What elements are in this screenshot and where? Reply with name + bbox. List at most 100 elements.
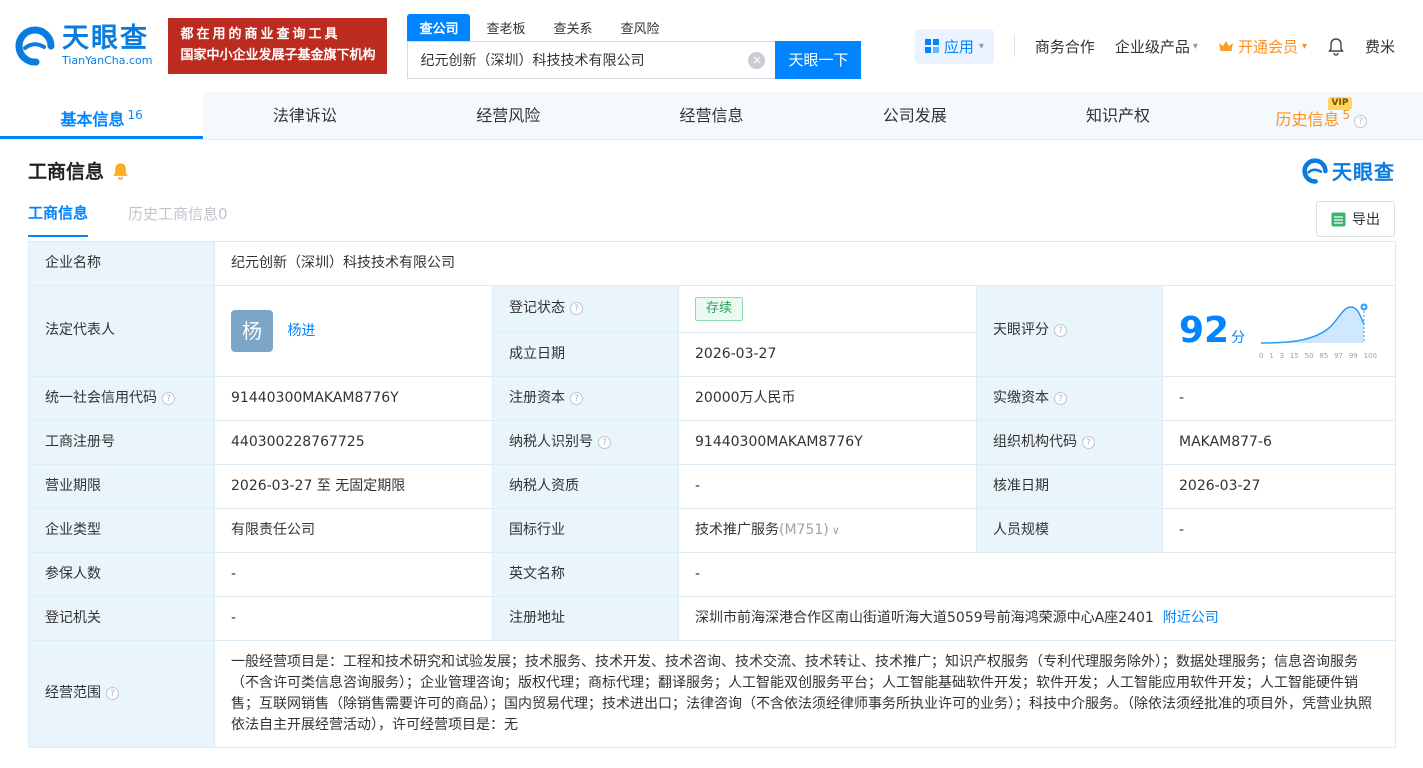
search-input-box: × [407, 40, 776, 79]
chevron-down-icon[interactable]: ∨ [832, 524, 840, 537]
table-row: 企业类型 有限责任公司 国标行业 技术推广服务(M751) ∨ 人员规模 - [28, 507, 1397, 553]
tab-company-development[interactable]: 公司发展 [813, 92, 1016, 139]
credit-code-label: 统一社会信用代码? [28, 375, 215, 421]
banner-line2: 国家中小企业发展子基金旗下机构 [180, 48, 376, 63]
table-row: 参保人数 - 英文名称 - [28, 551, 1397, 597]
logo-subtitle: TianYanCha.com [62, 54, 153, 67]
app-menu[interactable]: 应用 ▾ [914, 28, 994, 64]
search-tab-risk[interactable]: 查风险 [609, 14, 672, 41]
org-code-value: MAKAM877-6 [1161, 419, 1397, 465]
search-tab-boss[interactable]: 查老板 [474, 14, 537, 41]
staff-size-label: 人员规模 [976, 507, 1163, 553]
section-header: 工商信息 天眼查 [0, 140, 1423, 191]
tab-label: 法律诉讼 [272, 106, 337, 125]
help-icon[interactable]: ? [106, 687, 119, 700]
tab-label: 经营风险 [476, 106, 541, 125]
enterprise-label: 企业级产品 [1114, 37, 1190, 56]
legal-rep-avatar[interactable]: 杨 [231, 309, 273, 352]
table-row: 经营范围? 一般经营项目是：工程和技术研究和试验发展；技术服务、技术开发、技术咨… [28, 639, 1397, 748]
section-title: 工商信息 [28, 161, 105, 183]
legal-rep-name-link[interactable]: 杨进 [287, 323, 315, 339]
insured-label: 参保人数 [28, 551, 215, 597]
company-type-label: 企业类型 [28, 507, 215, 553]
taxpayer-id-label: 纳税人识别号? [492, 419, 679, 465]
nearby-companies-link[interactable]: 附近公司 [1163, 610, 1219, 626]
legal-rep-label: 法定代表人 [28, 285, 215, 377]
vip-label: 开通会员 [1237, 37, 1298, 56]
help-icon[interactable]: ? [1354, 115, 1368, 128]
tab-basic-info[interactable]: 基本信息 16 [0, 92, 204, 139]
industry-value: 技术推广服务(M751) ∨ [678, 507, 977, 553]
tab-operation-risk[interactable]: 经营风险 [407, 92, 610, 139]
tianyancha-logo[interactable]: 天眼查 TianYanCha.com [14, 25, 152, 67]
tab-legal-litigation[interactable]: 法律诉讼 [203, 92, 406, 139]
company-name-label: 企业名称 [28, 241, 215, 286]
tab-label: 经营信息 [679, 106, 744, 125]
tab-badge: 5 [1342, 108, 1351, 122]
search-button[interactable]: 天眼一下 [775, 40, 862, 79]
reg-number-value: 440300228767725 [214, 419, 493, 465]
tab-label: 历史信息 [1275, 110, 1340, 129]
insured-value: - [214, 551, 493, 597]
business-info-table: 企业名称 纪元创新（深圳）科技技术有限公司 法定代表人 杨 杨进 登记状态? 存… [28, 241, 1397, 748]
help-icon[interactable]: ? [1054, 391, 1067, 405]
help-icon[interactable]: ? [598, 435, 611, 449]
subscribe-bell-icon[interactable] [112, 162, 129, 180]
help-icon[interactable]: ? [570, 391, 583, 405]
table-row: 法定代表人 杨 杨进 登记状态? 存续 天眼评分? 92 分 0 1 3 15 … [28, 285, 1397, 377]
tab-label: 基本信息 [60, 110, 125, 129]
table-row: 企业名称 纪元创新（深圳）科技技术有限公司 [28, 241, 1397, 286]
reg-authority-label: 登记机关 [28, 595, 215, 641]
reg-capital-label: 注册资本? [492, 375, 679, 421]
business-term-label: 营业期限 [28, 463, 215, 509]
subtab-history-business-info[interactable]: 历史工商信息0 [128, 203, 228, 236]
score-chart[interactable]: 0 1 3 15 50 85 97 99 100 [1259, 300, 1379, 362]
clear-icon[interactable]: × [748, 51, 766, 69]
export-button[interactable]: 导出 [1316, 201, 1395, 237]
help-icon[interactable]: ? [1082, 435, 1095, 449]
search-tab-company[interactable]: 查公司 [407, 13, 471, 41]
search-tabs: 查公司 查老板 查关系 查风险 [407, 13, 861, 41]
search-input[interactable] [408, 41, 776, 78]
score-label: 天眼评分? [976, 285, 1163, 377]
table-row: 统一社会信用代码? 91440300MAKAM8776Y 注册资本? 20000… [28, 375, 1397, 421]
company-type-value: 有限责任公司 [214, 507, 493, 553]
help-icon[interactable]: ? [1054, 324, 1067, 338]
paid-capital-label: 实缴资本? [976, 375, 1163, 421]
tab-operation-info[interactable]: 经营信息 [610, 92, 813, 139]
staff-size-value: - [1161, 507, 1397, 553]
taxpayer-qual-value: - [678, 463, 977, 509]
tianyancha-logo-icon [15, 26, 55, 66]
score-axis-labels: 0 1 3 15 50 85 97 99 100 [1259, 352, 1377, 360]
approval-date-value: 2026-03-27 [1161, 463, 1397, 509]
score-unit: 分 [1231, 329, 1246, 346]
tab-intellectual-property[interactable]: 知识产权 [1016, 92, 1219, 139]
paid-capital-value: - [1161, 375, 1397, 421]
table-row: 工商注册号 440300228767725 纳税人识别号? 91440300MA… [28, 419, 1397, 465]
user-menu[interactable]: 费米 [1365, 36, 1395, 57]
taxpayer-id-value: 91440300MAKAM8776Y [678, 419, 977, 465]
notification-bell-icon[interactable] [1327, 37, 1345, 56]
help-icon[interactable]: ? [162, 391, 175, 405]
search-tab-relation[interactable]: 查关系 [542, 14, 605, 41]
tab-label: 知识产权 [1086, 106, 1151, 125]
logo-title: 天眼查 [62, 23, 149, 54]
main-nav-tabs: 基本信息 16 法律诉讼 经营风险 经营信息 公司发展 知识产权 VIP 历史信息… [0, 92, 1423, 140]
company-name-value: 纪元创新（深圳）科技技术有限公司 [213, 241, 1397, 286]
crown-icon [1218, 41, 1233, 51]
promo-banner: 都在用的商业查询工具 国家中小企业发展子基金旗下机构 [168, 18, 388, 74]
tab-badge: 16 [127, 108, 143, 122]
vip-menu[interactable]: 开通会员 ▾ [1218, 36, 1307, 57]
english-name-label: 英文名称 [492, 551, 679, 597]
brand-text: 天眼查 [1332, 160, 1395, 184]
business-scope-label: 经营范围? [28, 639, 215, 748]
tab-history-info[interactable]: VIP 历史信息 5? [1220, 92, 1423, 139]
biz-coop-link[interactable]: 商务合作 [1035, 36, 1095, 57]
top-header: 天眼查 TianYanCha.com 都在用的商业查询工具 国家中小企业发展子基… [0, 0, 1423, 92]
subtab-business-info[interactable]: 工商信息 [28, 202, 89, 237]
enterprise-menu[interactable]: 企业级产品 ▾ [1115, 36, 1198, 57]
help-icon[interactable]: ? [570, 302, 583, 316]
status-badge: 存续 [695, 297, 744, 321]
est-date-label: 成立日期 [492, 331, 679, 377]
score-value: 92 [1179, 309, 1230, 351]
